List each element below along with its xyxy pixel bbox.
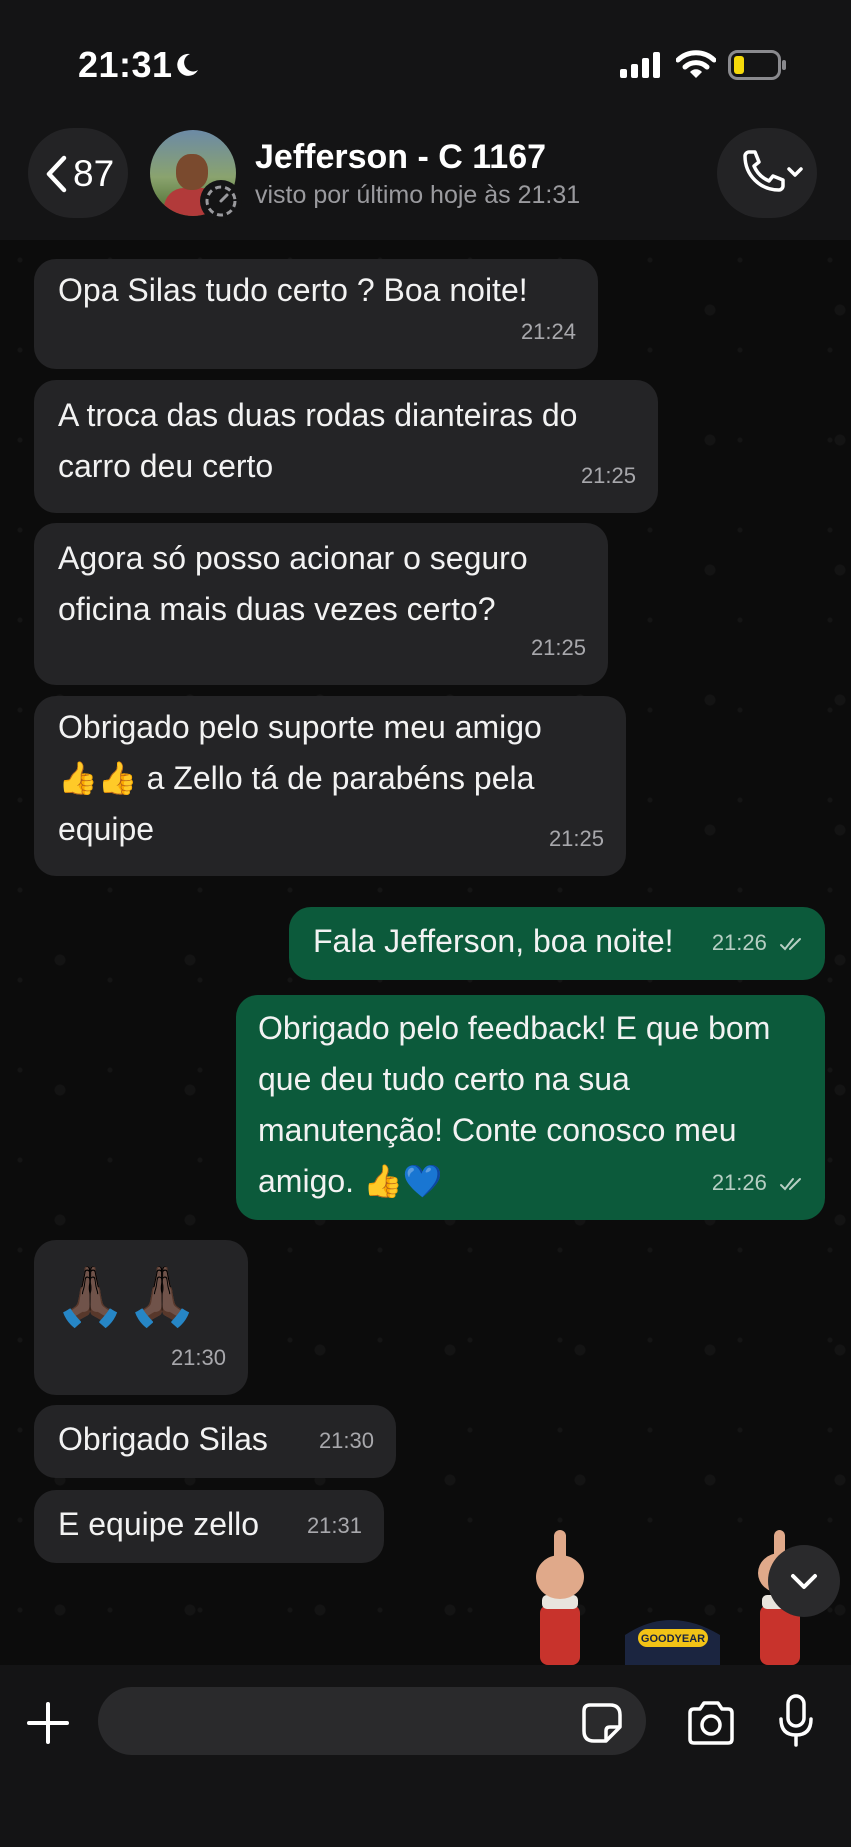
scroll-to-bottom-button[interactable] [768,1545,840,1617]
message-list[interactable]: Opa Silas tudo certo ? Boa noite! 21:24 … [0,240,851,1665]
unread-count: 87 [73,153,115,194]
last-seen: visto por último hoje às 21:31 [255,181,581,209]
camera-icon[interactable] [684,1699,738,1747]
message-emoji: 🙏🏿🙏🏿 [54,1262,199,1330]
message-time-label: 21:26 [711,930,767,955]
plus-icon[interactable] [26,1701,70,1745]
signal-icon [620,52,660,78]
message-time: 21:31 [306,1513,362,1538]
message-time: 21:26 [712,917,807,968]
message-bubble-outgoing[interactable]: Fala Jefferson, boa noite! 21:26 [289,907,825,980]
message-input[interactable] [98,1687,646,1755]
message-time: 21:24 [520,319,576,344]
status-ring-icon [205,185,237,217]
phone-icon [743,150,803,192]
message-bubble-outgoing[interactable]: Obrigado pelo feedback! E que bom que de… [236,995,825,1220]
message-time: 21:25 [580,463,636,488]
wifi-icon [676,50,716,78]
composer-bar [0,1665,851,1847]
moon-icon [177,53,198,76]
message-time: 21:26 [712,1157,807,1208]
message-time: 21:25 [530,635,586,660]
message-time: 21:30 [318,1428,374,1453]
contact-name[interactable]: Jefferson - C 1167 [255,138,546,177]
battery-icon [728,50,786,80]
read-receipt-icon [780,1178,801,1191]
message-bubble-incoming[interactable]: Obrigado pelo suporte meu amigo 👍👍 a Zel… [34,696,626,876]
message-text: Obrigado pelo suporte meu amigo 👍👍 a Zel… [58,709,542,847]
message-time-label: 21:26 [711,1170,767,1195]
message-bubble-incoming[interactable]: Opa Silas tudo certo ? Boa noite! 21:24 [34,259,598,369]
message-time: 21:25 [548,826,604,851]
read-receipt-icon [780,938,801,951]
message-text: Agora só posso acionar o seguro oficina … [58,540,528,627]
microphone-icon[interactable] [778,1693,814,1749]
message-text: A troca das duas rodas dianteiras do car… [58,397,578,484]
status-bar: 21:31 [0,0,851,125]
message-bubble-incoming[interactable]: E equipe zello 21:31 [34,1490,384,1563]
chevron-down-icon [791,1574,817,1589]
status-icon [200,180,242,222]
message-bubble-incoming[interactable]: A troca das duas rodas dianteiras do car… [34,380,658,513]
message-time: 21:30 [170,1345,226,1370]
message-bubble-incoming[interactable]: Obrigado Silas 21:30 [34,1405,396,1478]
status-time: 21:31 [78,44,173,85]
message-bubble-incoming[interactable]: Agora só posso acionar o seguro oficina … [34,523,608,685]
sticker-icon[interactable] [580,1701,624,1745]
chat-header: 87 Jefferson - C 1167 visto por último h… [0,125,851,240]
message-bubble-incoming[interactable]: 🙏🏿🙏🏿 21:30 [34,1240,248,1395]
back-button[interactable]: 87 [28,128,128,218]
sticker-cap-text: GOODYEAR [641,1633,705,1645]
message-text: Opa Silas tudo certo ? Boa noite! [58,272,528,308]
chevron-left-icon [46,155,67,193]
call-button[interactable] [717,128,817,218]
